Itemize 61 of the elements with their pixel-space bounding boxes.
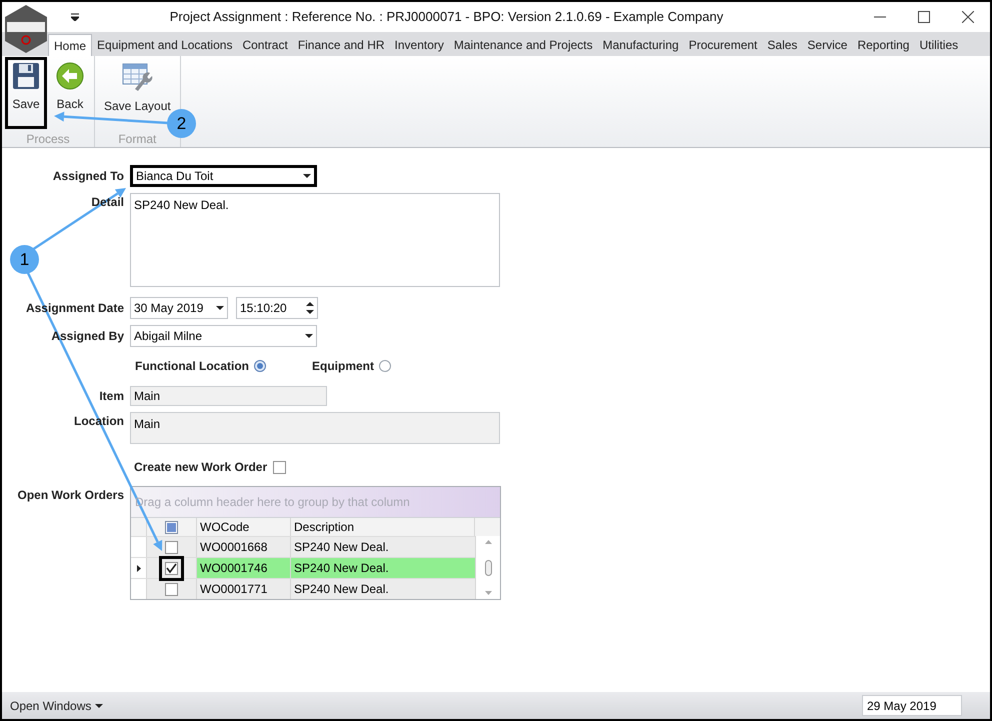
ribbon-tab[interactable]: Reporting xyxy=(852,34,914,56)
table-cell: SP240 New Deal. xyxy=(291,537,475,557)
open-windows-menu[interactable]: Open Windows xyxy=(10,696,104,714)
spin-arrows-icon xyxy=(306,301,314,315)
ribbon-tab[interactable]: Manufacturing xyxy=(598,34,684,56)
group-label: Format xyxy=(118,131,156,148)
column-header[interactable]: WOCode xyxy=(197,518,291,536)
checkbox[interactable] xyxy=(165,582,178,596)
ribbon-tab[interactable]: Equipment and Locations xyxy=(92,34,238,56)
radio-button[interactable] xyxy=(379,360,391,372)
table-cell: WO0001668 xyxy=(197,537,291,557)
column-header[interactable]: Description xyxy=(291,518,475,536)
ribbon-tab[interactable]: Sales xyxy=(762,34,802,56)
ribbon-tab[interactable]: Service xyxy=(802,34,852,56)
ribbon-tab[interactable]: Procurement xyxy=(684,34,762,56)
row-pointer-icon xyxy=(136,564,140,572)
radio-button[interactable] xyxy=(254,360,266,372)
detail-field[interactable]: SP240 New Deal. xyxy=(130,193,500,287)
ribbon-tab[interactable]: Maintenance and Projects xyxy=(448,34,598,56)
ribbon-tab[interactable]: Inventory xyxy=(390,34,449,56)
radio-label: Equipment xyxy=(312,358,374,375)
time-spinner[interactable]: 15:10:20 xyxy=(236,297,318,319)
ribbon-tab[interactable]: Finance and HR xyxy=(292,34,390,56)
checkbox[interactable] xyxy=(273,460,286,474)
radio-label: Functional Location xyxy=(135,358,249,375)
field-label: Item xyxy=(99,388,124,405)
ribbon-tab[interactable]: Utilities xyxy=(914,34,964,56)
close-icon[interactable] xyxy=(962,11,974,23)
checkbox[interactable] xyxy=(165,540,178,554)
table-cell: WO0001771 xyxy=(197,579,291,599)
ribbon-button[interactable]: Save xyxy=(5,57,47,129)
assigned-to-dropdown[interactable]: Bianca Du Toit xyxy=(130,165,317,187)
table-cell: WO0001746 xyxy=(197,558,291,578)
group-label: Process xyxy=(26,131,70,148)
table-cell: SP240 New Deal. xyxy=(291,579,475,599)
scroll-thumb[interactable] xyxy=(484,560,492,576)
scroll-down-icon[interactable] xyxy=(484,591,492,595)
ribbon-tab[interactable]: Home xyxy=(48,34,92,56)
select-all-checkbox[interactable] xyxy=(165,520,178,534)
ribbon-button[interactable]: Back xyxy=(49,57,91,129)
quick-access-caret-icon[interactable] xyxy=(71,13,79,21)
checkbox[interactable] xyxy=(165,562,178,574)
dropdown-caret-icon xyxy=(216,306,224,310)
item-field[interactable]: Main xyxy=(130,386,327,406)
field-label: Assigned To xyxy=(52,168,124,185)
maximize-icon[interactable] xyxy=(918,11,930,23)
scroll-up-icon[interactable] xyxy=(484,540,492,544)
dropdown-caret-icon xyxy=(305,334,313,338)
date-dropdown[interactable]: 30 May 2019 xyxy=(130,297,228,319)
table-wrench-icon xyxy=(121,61,154,93)
table-cell: SP240 New Deal. xyxy=(291,558,475,578)
location-field[interactable]: Main xyxy=(130,412,500,444)
checkbox-label: Create new Work Order xyxy=(134,459,268,476)
assigned-by-dropdown[interactable]: Abigail Milne xyxy=(130,325,317,347)
dropdown-caret-icon xyxy=(95,704,104,708)
field-label: Open Work Orders xyxy=(18,487,124,504)
status-date-field[interactable]: 29 May 2019 xyxy=(862,695,962,716)
window-title: Project Assignment : Reference No. : PRJ0000071 - BPO: Version 2.1.0.69 - Example Company xyxy=(168,8,724,26)
ribbon-tab[interactable]: Contract xyxy=(237,34,293,56)
callout-badge: 1 xyxy=(10,245,39,274)
dropdown-caret-icon xyxy=(303,174,311,178)
